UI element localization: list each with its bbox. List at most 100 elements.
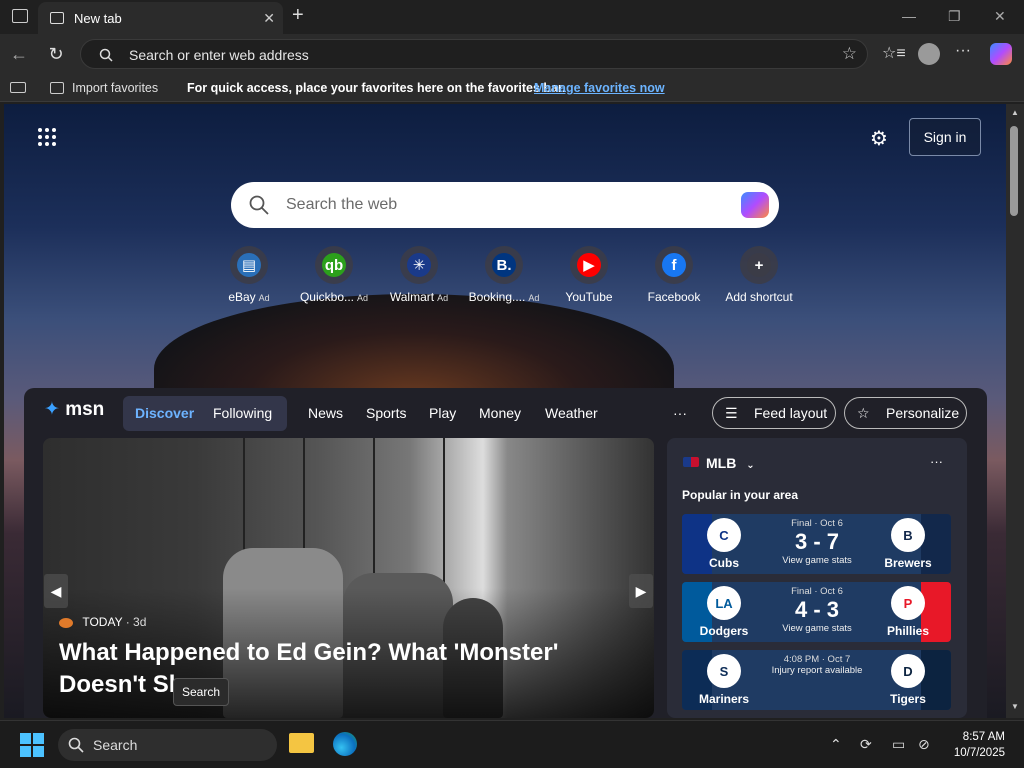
home-team-logo: LA	[707, 586, 741, 620]
mlb-game-card[interactable]: S Mariners 4:08 PM · Oct 7 Injury report…	[682, 650, 951, 710]
tab-icon	[50, 12, 64, 24]
shortcut-tile[interactable]: f Facebook	[629, 246, 719, 304]
tab-new-tab[interactable]: New tab ✕	[38, 2, 283, 34]
mlb-game-card[interactable]: C Cubs Final · Oct 6 3 - 7 View game sta…	[682, 514, 951, 574]
shortcut-icon: qb	[315, 246, 353, 284]
nav-more-icon[interactable]: ···	[673, 405, 687, 421]
new-tab-icon[interactable]: +	[292, 4, 304, 27]
hero-headline[interactable]: What Happened to Ed Gein? What 'Monster'…	[59, 637, 649, 701]
hero-next-icon[interactable]: ▶	[629, 574, 653, 608]
sliders-icon: ☰	[725, 405, 738, 421]
nav-sports[interactable]: Sports	[366, 405, 406, 421]
web-search-box[interactable]: Search the web	[231, 182, 779, 228]
manage-favorites-link[interactable]: Manage favorites now	[534, 81, 665, 95]
shortcut-tile[interactable]: ▶ YouTube	[544, 246, 634, 304]
refresh-icon[interactable]: ↻	[45, 43, 67, 65]
tab-following[interactable]: Following	[213, 405, 272, 421]
feed-layout-button[interactable]: ☰ Feed layout	[712, 397, 836, 429]
shortcut-icon: B.	[485, 246, 523, 284]
home-team-logo: S	[707, 654, 741, 688]
scrollbar-thumb[interactable]	[1010, 126, 1018, 216]
shortcut-tile[interactable]: + Add shortcut	[714, 246, 804, 304]
address-bar[interactable]: Search or enter web address ☆	[80, 39, 868, 69]
game-info: Final · Oct 6 4 - 3 View game stats	[782, 586, 852, 634]
favorites-icon[interactable]: ☆≡	[882, 43, 906, 63]
away-team-logo: B	[891, 518, 925, 552]
shortcut-tile[interactable]: ▤ eBay Ad	[204, 246, 294, 304]
search-icon	[68, 737, 84, 753]
nav-play[interactable]: Play	[429, 405, 456, 421]
close-tab-icon[interactable]: ✕	[263, 10, 275, 27]
home-team-logo: C	[707, 518, 741, 552]
mlb-more-icon[interactable]: ···	[930, 454, 943, 469]
shortcut-icon: +	[740, 246, 778, 284]
volume-icon[interactable]: ⊘	[918, 736, 930, 753]
import-favorites-button[interactable]: Import favorites	[72, 81, 158, 95]
browser-toolbar: ← ↻ Search or enter web address ☆ ☆≡ ···	[0, 34, 1024, 74]
favorite-star-icon[interactable]: ☆	[842, 44, 857, 64]
away-team-name: Brewers	[884, 556, 932, 570]
tray-chevron-icon[interactable]: ⌃	[830, 736, 842, 753]
settings-gear-icon[interactable]: ⚙	[870, 126, 888, 151]
home-team-name: Cubs	[709, 556, 739, 570]
personalize-button[interactable]: ☆ Personalize	[844, 397, 967, 429]
more-menu-icon[interactable]: ···	[955, 42, 971, 60]
taskbar: Search ⌃ ⟳ ▭ ⊘ 8:57 AM 10/7/2025	[0, 720, 1024, 768]
shortcut-icon: f	[655, 246, 693, 284]
sparkle-icon: ☆	[857, 405, 870, 421]
favorites-bar: Import favorites For quick access, place…	[0, 74, 1024, 102]
away-team-name: Tigers	[890, 692, 926, 706]
nav-news[interactable]: News	[308, 405, 343, 421]
game-info: Final · Oct 6 3 - 7 View game stats	[782, 518, 852, 566]
address-placeholder: Search or enter web address	[129, 47, 309, 63]
restore-icon[interactable]: ❐	[948, 8, 961, 25]
shortcut-icon: ▤	[230, 246, 268, 284]
scroll-up-icon[interactable]: ▲	[1011, 108, 1019, 117]
nav-money[interactable]: Money	[479, 405, 521, 421]
edge-icon[interactable]	[333, 732, 357, 756]
home-team-name: Mariners	[698, 692, 750, 706]
story-source: TODAY · 3d	[59, 615, 146, 629]
windows-start-icon[interactable]	[20, 733, 44, 757]
tab-title: New tab	[74, 10, 122, 26]
file-explorer-icon[interactable]	[289, 733, 314, 753]
back-icon[interactable]: ←	[8, 43, 30, 65]
shortcut-label: Facebook	[647, 290, 701, 304]
search-icon	[249, 195, 269, 215]
favorites-bar-message: For quick access, place your favorites h…	[187, 81, 566, 95]
apps-grid-icon[interactable]	[38, 128, 56, 146]
profile-avatar[interactable]	[918, 43, 940, 65]
taskbar-search[interactable]: Search	[58, 729, 277, 761]
close-window-icon[interactable]: ✕	[994, 8, 1006, 25]
sign-in-button[interactable]: Sign in	[909, 118, 981, 156]
butterfly-icon: ✦	[44, 399, 60, 420]
tab-discover[interactable]: Discover	[135, 405, 194, 421]
shortcut-label: Walmart Ad	[389, 290, 449, 304]
reading-icon[interactable]	[10, 82, 26, 93]
nav-weather[interactable]: Weather	[545, 405, 598, 421]
shortcut-tile[interactable]: ✳ Walmart Ad	[374, 246, 464, 304]
taskbar-clock[interactable]: 8:57 AM 10/7/2025	[954, 729, 1005, 761]
mlb-game-card[interactable]: LA Dodgers Final · Oct 6 4 - 3 View game…	[682, 582, 951, 642]
copilot-icon[interactable]	[990, 43, 1012, 65]
msn-logo[interactable]: ✦ msn	[44, 398, 104, 421]
shortcut-icon: ▶	[570, 246, 608, 284]
shortcut-tile[interactable]: B. Booking.... Ad	[459, 246, 549, 304]
shortcut-label: YouTube	[565, 290, 613, 304]
mlb-title[interactable]: MLB ⌄	[706, 455, 755, 471]
shortcut-label: Booking.... Ad	[468, 290, 540, 304]
mlb-subtitle: Popular in your area	[682, 488, 799, 502]
minimize-icon[interactable]: —	[902, 8, 916, 24]
mlb-logo-icon	[683, 457, 699, 467]
copilot-icon[interactable]	[741, 192, 769, 218]
hero-prev-icon[interactable]: ◀	[44, 574, 68, 608]
scroll-down-icon[interactable]: ▼	[1011, 702, 1019, 711]
display-icon[interactable]: ▭	[892, 736, 905, 753]
sync-icon[interactable]: ⟳	[860, 736, 872, 753]
feed-tab-switch: Discover Following	[123, 396, 287, 431]
home-team-name: Dodgers	[699, 624, 749, 638]
search-tooltip: Search	[173, 678, 229, 706]
title-bar: New tab ✕ + — ❐ ✕	[0, 0, 1024, 34]
sidebar-toggle-icon[interactable]	[12, 9, 28, 23]
shortcut-tile[interactable]: qb Quickbo... Ad	[289, 246, 379, 304]
